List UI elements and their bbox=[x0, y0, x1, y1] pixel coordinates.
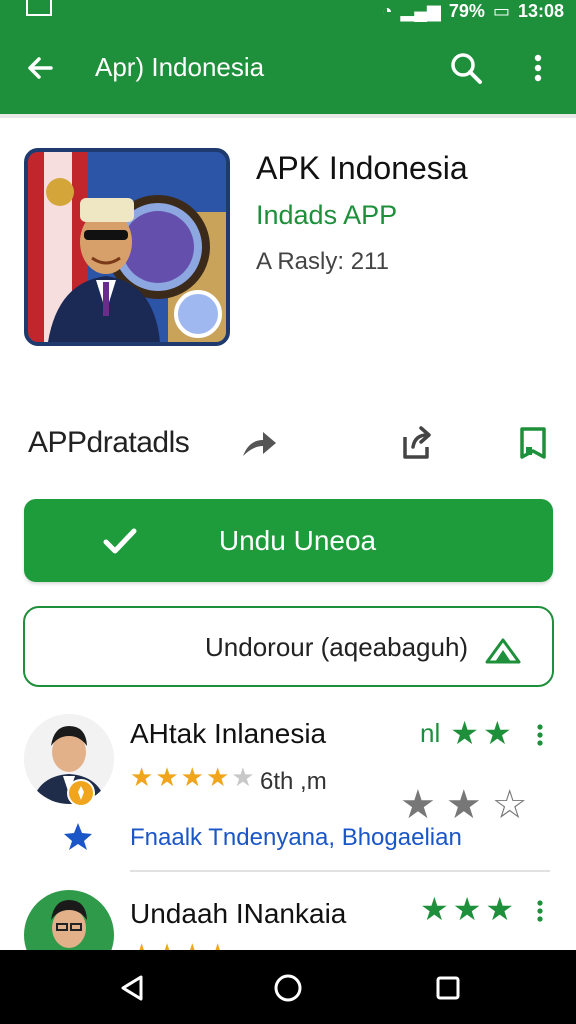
nav-home-button[interactable] bbox=[266, 966, 310, 1010]
install-button-label: Undu Uneoa bbox=[218, 524, 377, 556]
more-options-button[interactable] bbox=[518, 46, 558, 90]
more-vert-icon bbox=[534, 54, 542, 82]
review-name: Undaah INankaia bbox=[130, 898, 347, 929]
star-icon: ★ bbox=[205, 762, 230, 792]
rating-text: A Rasly: 211 bbox=[256, 248, 389, 275]
more-vert-icon bbox=[537, 724, 543, 746]
triangle-icon bbox=[485, 638, 521, 664]
install-button[interactable]: Undu Uneoa bbox=[24, 499, 553, 582]
review-more-button[interactable] bbox=[530, 896, 550, 926]
more-vert-icon bbox=[537, 900, 543, 922]
status-bar: ◔ ▂▄▆ 79% ▭ 13:08 bbox=[0, 0, 576, 22]
app-bar-title: Apr) Indonesia bbox=[95, 52, 265, 82]
star-icon[interactable]: ★ bbox=[400, 782, 436, 828]
rate-stars[interactable]: ★ ★ ☆ bbox=[400, 782, 528, 828]
review-meta: 6th ,m bbox=[260, 768, 327, 795]
review-tags[interactable]: Fnaalk Tndenyana, Bhogaelian bbox=[130, 824, 462, 852]
nav-recent-button[interactable] bbox=[426, 966, 470, 1010]
pin-icon bbox=[64, 823, 92, 850]
developer-link[interactable]: Indads APP bbox=[256, 200, 397, 231]
star-icon: ★ bbox=[485, 891, 515, 927]
review-item[interactable]: AHtak Inlanesia nl ★ ★ ★ ★ ★ ★ ★ 6th ,m … bbox=[0, 714, 576, 874]
details-label: APPdratadls bbox=[28, 426, 190, 459]
nav-home-icon bbox=[274, 974, 302, 1002]
share-icon bbox=[243, 432, 276, 456]
app-bar-shadow bbox=[0, 114, 576, 118]
star-icon: ★ bbox=[155, 762, 179, 792]
export-button[interactable] bbox=[392, 418, 442, 468]
clock: 13:08 bbox=[517, 0, 564, 21]
secondary-button-label: Undorour (aqeabaguh) bbox=[205, 632, 469, 662]
back-button[interactable] bbox=[18, 46, 62, 90]
star-icon: ★ bbox=[420, 891, 449, 927]
star-icon: ★ bbox=[231, 762, 255, 792]
export-icon bbox=[403, 426, 431, 459]
star-icon: ★ bbox=[130, 762, 154, 792]
star-icon[interactable]: ★ bbox=[446, 782, 482, 828]
review-top-rating: ★ ★ ★ bbox=[420, 890, 514, 928]
star-icon: ★ bbox=[450, 715, 479, 751]
battery-icon: ▭ bbox=[492, 0, 510, 21]
star-icon: ★ bbox=[452, 891, 482, 927]
bookmark-icon bbox=[520, 427, 546, 459]
status-icons: ◔ ▂▄▆ 79% ▭ 13:08 bbox=[382, 0, 564, 22]
star-icon: ★ bbox=[482, 715, 512, 751]
verified-badge-icon bbox=[67, 779, 95, 807]
app-icon bbox=[24, 148, 230, 346]
system-nav-bar bbox=[0, 950, 576, 1024]
nav-back-icon bbox=[121, 975, 143, 1001]
battery-text: 79% bbox=[448, 0, 485, 21]
list-divider bbox=[130, 870, 550, 872]
app-name: APK Indonesia bbox=[256, 150, 468, 186]
review-top-rating: nl ★ ★ bbox=[420, 714, 512, 752]
review-name: AHtak Inlanesia bbox=[130, 718, 327, 749]
star-outline-icon[interactable]: ☆ bbox=[492, 782, 528, 828]
notification-icon bbox=[26, 0, 52, 16]
sync-icon: ◔ bbox=[381, 0, 393, 21]
review-stars: ★ ★ ★ ★ ★ bbox=[130, 762, 255, 793]
review-more-button[interactable] bbox=[530, 720, 550, 750]
back-arrow-icon bbox=[28, 57, 53, 79]
star-icon: ★ bbox=[180, 762, 204, 792]
cellular-icon: ▂▄▆ bbox=[400, 0, 441, 21]
nav-recent-icon bbox=[436, 976, 460, 1000]
nav-back-button[interactable] bbox=[110, 966, 154, 1010]
app-bar: Apr) Indonesia bbox=[0, 22, 576, 114]
review-item[interactable]: Undaah INankaia ★ ★ ★ ★ ★ ★ ★ bbox=[0, 890, 576, 980]
search-button[interactable] bbox=[444, 46, 488, 90]
search-icon bbox=[451, 53, 482, 84]
app-icon-illustration bbox=[28, 152, 226, 342]
secondary-button[interactable]: Undorour (aqeabaguh) bbox=[23, 606, 554, 687]
rating-label: nl bbox=[420, 717, 441, 748]
share-button[interactable] bbox=[236, 420, 282, 466]
bookmark-button[interactable] bbox=[508, 418, 558, 468]
